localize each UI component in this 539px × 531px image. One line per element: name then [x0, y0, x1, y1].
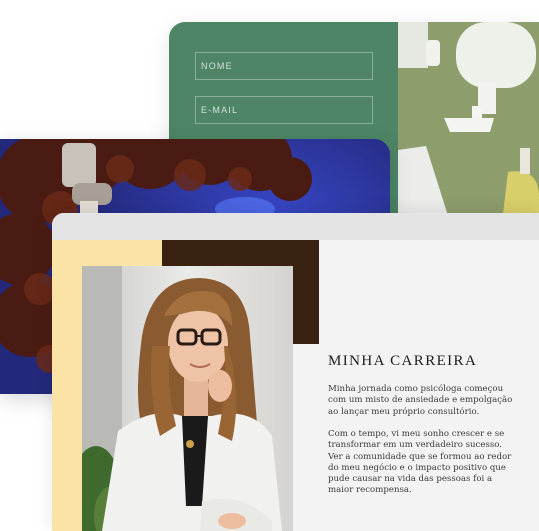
cosmetics-product-photo	[398, 22, 539, 222]
name-field[interactable]: NOME	[195, 52, 373, 80]
about-section-card: MINHA CARREIRA Minha jornada como psicól…	[52, 213, 539, 531]
email-field[interactable]: E-MAIL	[195, 96, 373, 124]
window-top-bar	[52, 213, 539, 240]
career-paragraph-2: Com o tempo, vi meu sonho crescer e se t…	[328, 429, 512, 496]
psychologist-portrait-photo	[82, 266, 293, 531]
career-paragraph-1: Minha jornada como psicóloga começou com…	[328, 384, 513, 417]
career-heading: MINHA CARREIRA	[328, 353, 478, 369]
